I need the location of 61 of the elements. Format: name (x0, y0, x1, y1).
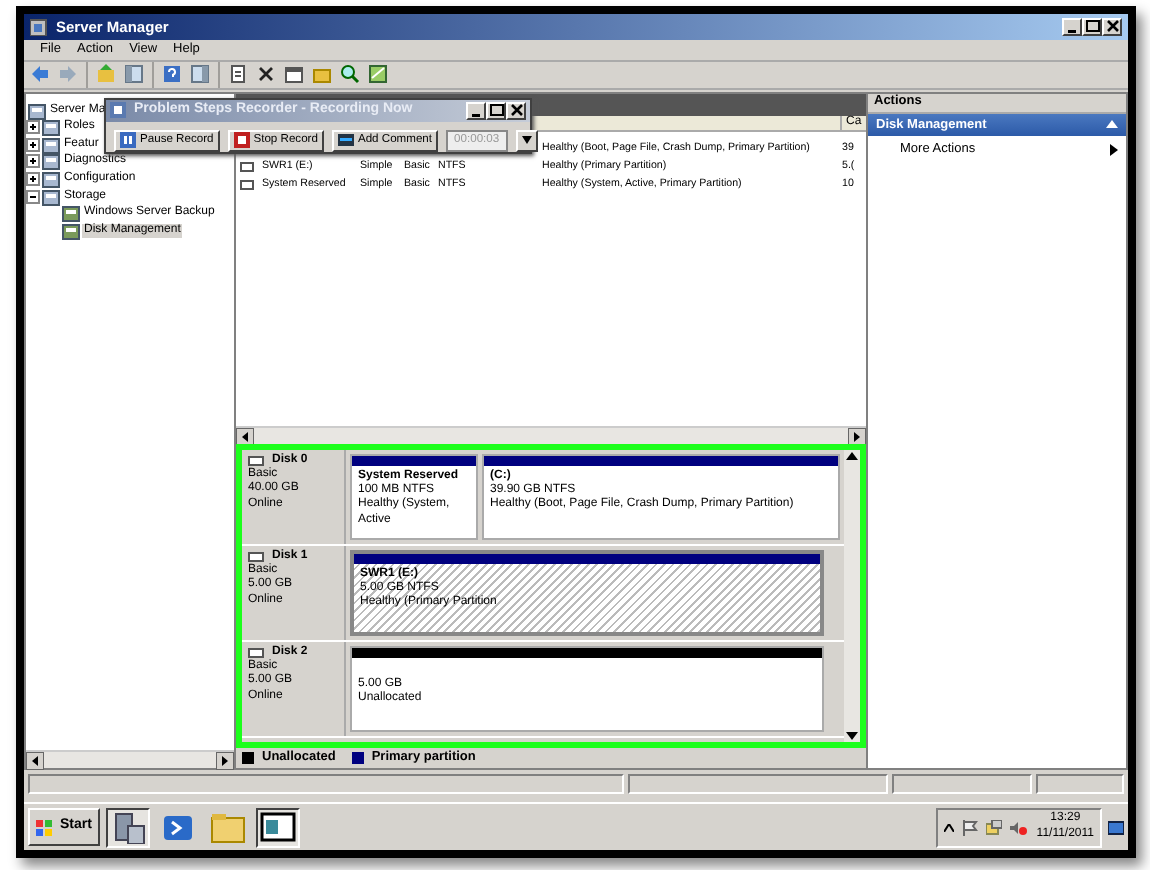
expand-icon[interactable] (26, 120, 40, 135)
maximize-icon (488, 102, 504, 119)
collapse-icon[interactable] (26, 189, 40, 204)
tree-node-icon (62, 221, 80, 240)
server-icon (109, 810, 146, 845)
minimize-button[interactable] (466, 101, 486, 120)
close-icon (508, 102, 524, 119)
tree-node-icon (42, 135, 60, 154)
scroll-left-icon[interactable] (26, 752, 44, 771)
maximize-button[interactable] (1082, 17, 1102, 36)
powershell-icon (159, 810, 196, 845)
delete-icon[interactable] (256, 64, 276, 85)
panel-icon[interactable] (124, 64, 144, 85)
caret-icon (521, 136, 532, 145)
pause-icon (120, 132, 136, 149)
tree-node-icon (42, 118, 60, 137)
app-icon (30, 17, 48, 36)
flag-icon[interactable] (962, 819, 979, 836)
stop-icon (233, 132, 250, 149)
expand-icon[interactable] (26, 154, 40, 169)
expand-icon[interactable] (26, 137, 40, 152)
folder-icon (209, 810, 246, 845)
close-icon (1104, 18, 1120, 35)
maximize-icon (1084, 18, 1100, 35)
help-dropdown[interactable] (515, 129, 538, 152)
comment-icon (337, 132, 354, 149)
zoom-icon[interactable] (340, 64, 360, 85)
properties-icon[interactable] (284, 64, 304, 85)
window-icon (259, 810, 296, 845)
tree-node-icon (42, 152, 60, 171)
windows-logo-icon (36, 819, 52, 836)
show-desktop-icon[interactable] (1108, 819, 1124, 836)
status-bar-segment (892, 774, 1032, 795)
tree-node-icon (62, 204, 80, 223)
scroll-right-icon[interactable] (216, 752, 234, 771)
minimize-button[interactable] (1062, 17, 1082, 36)
tree-node-icon (42, 187, 60, 206)
expand-icon[interactable] (26, 172, 40, 187)
horizontal-scrollbar[interactable] (26, 750, 234, 769)
scroll-down-icon[interactable] (844, 730, 860, 743)
status-bar-segment (1036, 774, 1124, 795)
chevron-up-icon[interactable] (944, 823, 955, 832)
tree-node-icon (42, 170, 60, 189)
horizontal-scrollbar[interactable] (236, 426, 866, 445)
wizard-icon[interactable] (368, 64, 388, 85)
close-button[interactable] (506, 101, 526, 120)
close-button[interactable] (1102, 17, 1122, 36)
taskbar-button[interactable] (105, 807, 150, 848)
help-icon[interactable] (162, 64, 182, 85)
vertical-scrollbar[interactable] (844, 450, 860, 743)
network-icon[interactable] (986, 819, 1003, 836)
panel-icon[interactable] (190, 64, 210, 85)
scroll-up-icon[interactable] (844, 450, 860, 463)
partition-bar (352, 456, 476, 467)
taskbar-button[interactable] (255, 807, 300, 848)
submenu-arrow-icon (1110, 143, 1118, 156)
speaker-muted-icon[interactable] (1010, 819, 1029, 836)
maximize-button[interactable] (486, 101, 506, 120)
back-arrow-icon[interactable] (30, 64, 50, 85)
document-icon[interactable] (228, 64, 248, 85)
recorder-icon (110, 102, 126, 119)
